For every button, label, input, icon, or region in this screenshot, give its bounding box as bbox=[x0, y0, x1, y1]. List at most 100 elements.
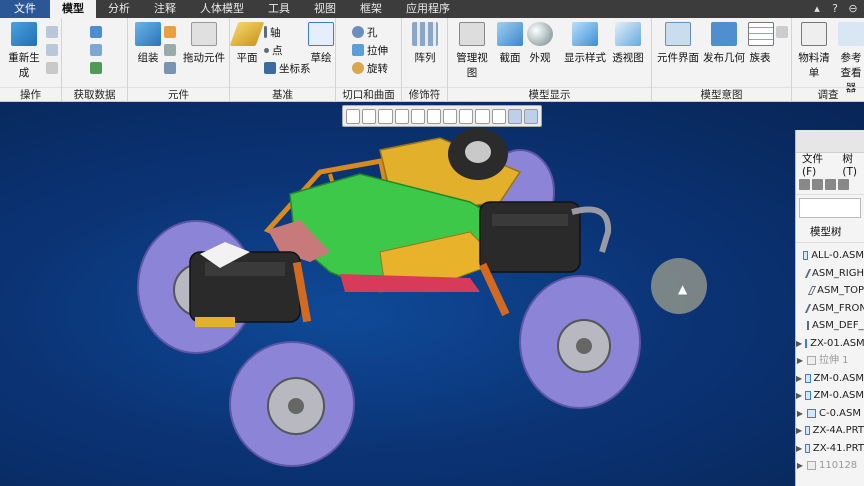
help-icon[interactable]: ? bbox=[828, 1, 842, 17]
sketch-button[interactable]: 草绘 bbox=[306, 22, 336, 65]
point-button[interactable]: 点 bbox=[264, 42, 283, 58]
appearance-button[interactable]: 外观 bbox=[526, 22, 554, 65]
tree-item[interactable]: ▶ C-0.ASM bbox=[796, 405, 864, 423]
regenerate-button[interactable]: 重新生成 bbox=[4, 22, 44, 80]
merge-button[interactable] bbox=[90, 60, 102, 76]
paste-button[interactable] bbox=[46, 42, 58, 58]
axis-icon bbox=[264, 26, 267, 38]
repeat-button[interactable] bbox=[164, 42, 176, 58]
expand-arrow-icon[interactable]: ▶ bbox=[796, 370, 802, 388]
part-icon bbox=[805, 426, 810, 436]
mouse-cursor-icon: ▲ bbox=[678, 282, 688, 296]
tab-model[interactable]: 模型 bbox=[50, 0, 96, 18]
part-icon bbox=[805, 443, 810, 453]
plane-button[interactable]: 平面 bbox=[229, 22, 265, 65]
pattern-button[interactable]: 阵列 bbox=[410, 22, 440, 65]
manage-views-button[interactable]: 管理视图 bbox=[452, 22, 492, 80]
settings-icon[interactable]: ⊖ bbox=[846, 1, 860, 17]
tree-item[interactable]: ASM_RIGHT bbox=[796, 265, 864, 283]
drag-component-button[interactable]: 拖动元件 bbox=[180, 22, 228, 65]
copy-geometry-button[interactable] bbox=[90, 42, 102, 58]
tree-item[interactable]: ASM_FRONT bbox=[796, 300, 864, 318]
delete-button[interactable] bbox=[46, 60, 58, 76]
panel-menu-tree[interactable]: 树(T) bbox=[842, 151, 864, 178]
show-icon[interactable] bbox=[838, 179, 849, 190]
perspective-button[interactable]: 透视图 bbox=[610, 22, 646, 65]
tab-applications[interactable]: 应用程序 bbox=[394, 0, 462, 18]
tab-view[interactable]: 视图 bbox=[302, 0, 348, 18]
tree-search-input[interactable] bbox=[799, 198, 861, 218]
group-model-intent: 元件界面 发布几何 族表 模型意图 bbox=[652, 18, 792, 102]
model-tree-panel: 文件(F) 树(T) 模型树 ALL-0.ASM ASM_RIGHT ASM_T… bbox=[795, 130, 864, 486]
tree-item[interactable]: ASM_TOP bbox=[796, 282, 864, 300]
tree-item[interactable]: ▶ ZX-01.ASM bbox=[796, 335, 864, 353]
copy-button[interactable] bbox=[46, 24, 58, 40]
tab-annotate[interactable]: 注释 bbox=[142, 0, 188, 18]
group-label-model-display: 模型显示 bbox=[448, 87, 651, 101]
panel-menu-file[interactable]: 文件(F) bbox=[802, 151, 832, 178]
section-button[interactable]: 截面 bbox=[496, 22, 524, 65]
tab-file[interactable]: 文件 bbox=[0, 0, 50, 18]
component-interface-icon bbox=[665, 22, 691, 46]
group-label-model-intent: 模型意图 bbox=[652, 87, 791, 101]
publish-geometry-button[interactable]: 发布几何 bbox=[702, 22, 746, 65]
expand-arrow-icon[interactable]: ▶ bbox=[796, 335, 802, 353]
relations-button[interactable] bbox=[776, 24, 788, 40]
revolve-button[interactable]: 旋转 bbox=[352, 60, 388, 76]
assemble-button[interactable]: 组装 bbox=[132, 22, 164, 65]
tree-settings-icon[interactable] bbox=[825, 179, 836, 190]
tree-item[interactable]: ASM_DEF_CSYS bbox=[796, 317, 864, 335]
copy-geometry-icon bbox=[90, 44, 102, 56]
axis-button[interactable]: 轴 bbox=[264, 24, 281, 40]
graphics-viewport[interactable]: ▲ bbox=[0, 102, 864, 486]
family-table-button[interactable]: 族表 bbox=[748, 22, 774, 65]
expand-arrow-icon[interactable]: ▶ bbox=[796, 440, 802, 458]
manage-views-icon bbox=[459, 22, 485, 46]
datum-plane-icon bbox=[804, 268, 812, 278]
part-icon bbox=[805, 391, 811, 401]
tree-item[interactable]: ALL-0.ASM bbox=[796, 247, 864, 265]
regenerate-icon bbox=[11, 22, 37, 46]
component-interface-button[interactable]: 元件界面 bbox=[656, 22, 700, 65]
perspective-icon bbox=[615, 22, 641, 46]
bill-of-materials-button[interactable]: 物料清单 bbox=[794, 22, 834, 80]
group-label-operations: 操作 bbox=[0, 87, 61, 101]
expand-arrow-icon[interactable]: ▶ bbox=[796, 405, 804, 423]
expand-arrow-icon[interactable]: ▶ bbox=[796, 422, 802, 440]
relations-icon bbox=[776, 26, 788, 38]
reference-viewer-button[interactable]: 参考查看器 bbox=[838, 22, 864, 95]
group-investigate: 物料清单 参考查看器 调查 bbox=[792, 18, 864, 102]
csys-button[interactable]: 坐标系 bbox=[264, 60, 311, 76]
tree-item[interactable]: ▶ ZX-4A.PRT bbox=[796, 422, 864, 440]
tree-item[interactable]: ▶ ZM-0.ASM bbox=[796, 370, 864, 388]
extrude-button[interactable]: 拉伸 bbox=[352, 42, 388, 58]
tree-item[interactable]: ▶ 110128 bbox=[796, 457, 864, 475]
user-defined-feature-button[interactable] bbox=[90, 24, 102, 40]
rc-crawler-model[interactable] bbox=[0, 102, 864, 486]
expand-arrow-icon[interactable]: ▶ bbox=[796, 352, 804, 370]
tab-tools[interactable]: 工具 bbox=[256, 0, 302, 18]
datum-plane-icon bbox=[807, 286, 817, 296]
create-component-button[interactable] bbox=[164, 24, 176, 40]
expand-arrow-icon[interactable]: ▶ bbox=[796, 457, 804, 475]
paste-icon bbox=[46, 44, 58, 56]
hole-button[interactable]: 孔 bbox=[352, 24, 378, 40]
mirror-component-button[interactable] bbox=[164, 60, 176, 76]
hole-icon bbox=[352, 26, 364, 38]
tree-item[interactable]: ▶ 拉伸 1 bbox=[796, 352, 864, 370]
ribbon: 重新生成 操作 获取数据 组装 拖动元件 元件 平面 轴 点 坐标系 草绘 基准… bbox=[0, 18, 864, 102]
assemble-icon bbox=[135, 22, 161, 46]
tab-framework[interactable]: 框架 bbox=[348, 0, 394, 18]
display-style-button[interactable]: 显示样式 bbox=[564, 22, 606, 65]
tab-analysis[interactable]: 分析 bbox=[96, 0, 142, 18]
tab-manikin[interactable]: 人体模型 bbox=[188, 0, 256, 18]
group-operations: 重新生成 操作 bbox=[0, 18, 62, 102]
tree-item[interactable]: ▶ ZX-41.PRT bbox=[796, 440, 864, 458]
filter-icon[interactable] bbox=[812, 179, 823, 190]
tree-item[interactable]: ▶ ZM-0.ASM bbox=[796, 387, 864, 405]
expand-arrow-icon[interactable]: ▶ bbox=[796, 387, 802, 405]
panel-toolbar bbox=[796, 175, 864, 195]
minimize-ribbon-icon[interactable]: ▴ bbox=[810, 1, 824, 17]
find-icon[interactable] bbox=[799, 179, 810, 190]
part-icon bbox=[807, 408, 816, 418]
